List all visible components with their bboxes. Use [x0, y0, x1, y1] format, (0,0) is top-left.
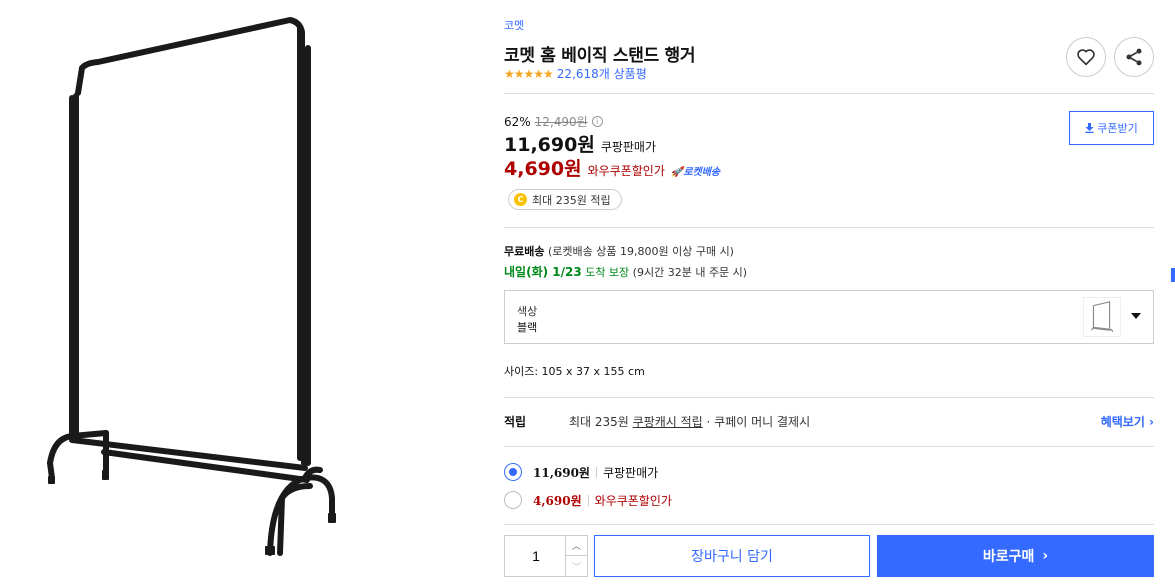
chevron-down-icon	[1131, 313, 1141, 319]
discount-rate: 62%	[504, 114, 531, 129]
discount-row: 62% 12,490원 i	[504, 113, 603, 130]
option-name: 색상	[517, 305, 538, 318]
heart-icon	[1077, 49, 1095, 66]
product-title: 코멧 홈 베이직 스탠드 행거	[504, 46, 696, 66]
shipping-condition: (로켓배송 상품 19,800원 이상 구매 시)	[544, 245, 734, 258]
buy-now-label: 바로구매	[982, 549, 1035, 565]
download-icon	[1085, 123, 1094, 133]
wow-price-label: 와우쿠폰할인가	[587, 164, 665, 178]
share-icon	[1126, 48, 1142, 66]
shipping-info: 무료배송 (로켓배송 상품 19,800원 이상 구매 시)	[504, 243, 734, 259]
quantity-input[interactable]	[505, 536, 567, 576]
coin-icon: C	[514, 193, 527, 206]
option-price: 4,690원	[533, 493, 582, 508]
coupang-cash-link[interactable]: 쿠팡캐시 적립	[633, 415, 703, 429]
price-option-wow[interactable]: 4,690원 와우쿠폰할인가	[504, 491, 672, 509]
info-icon[interactable]: i	[591, 116, 603, 127]
cashback-badge: C 최대 235원 적립	[508, 189, 622, 210]
add-to-cart-button[interactable]: 장바구니 담기	[594, 535, 870, 577]
cashback-text: 최대 235원 적립	[532, 193, 611, 207]
quantity-increase-button[interactable]: ︿	[565, 536, 587, 556]
size-info: 사이즈: 105 x 37 x 155 cm	[504, 365, 645, 378]
wow-price: 4,690원	[504, 158, 582, 180]
arrival-note: (9시간 32분 내 주문 시)	[629, 266, 748, 279]
scroll-indicator	[1171, 268, 1175, 282]
arrival-guarantee: 도착 보장	[581, 266, 630, 279]
product-info-panel: 코멧 코멧 홈 베이직 스탠드 행거 ★★★★★ 22,618개 상품평 62%…	[504, 0, 1154, 586]
brand-link[interactable]: 코멧	[504, 17, 524, 33]
sale-price: 11,690원	[504, 134, 595, 156]
rating-row: ★★★★★ 22,618개 상품평	[504, 65, 647, 82]
quantity-stepper: ︿ ﹀	[504, 535, 588, 577]
separator	[595, 466, 597, 478]
chevron-right-icon: ›	[1042, 548, 1049, 564]
divider	[504, 524, 1154, 525]
color-option-select[interactable]: 색상 블랙	[504, 290, 1154, 344]
price-option-sale[interactable]: 11,690원 쿠팡판매가	[504, 463, 658, 481]
option-thumbnail	[1083, 297, 1121, 337]
rocket-delivery-badge: 🚀로켓배송	[670, 167, 721, 178]
earn-label: 적립	[504, 415, 527, 429]
earn-prefix: 최대 235원	[569, 415, 633, 429]
arrival-date: 내일(화) 1/23	[504, 265, 582, 279]
divider	[504, 227, 1154, 228]
original-price: 12,490원	[534, 115, 588, 129]
wishlist-button[interactable]	[1066, 37, 1106, 77]
product-image	[47, 17, 336, 556]
star-rating-icon: ★★★★★	[504, 66, 554, 81]
arrival-info: 내일(화) 1/23 도착 보장 (9시간 32분 내 주문 시)	[504, 263, 747, 280]
quantity-decrease-button[interactable]: ﹀	[565, 556, 587, 576]
divider	[504, 397, 1154, 398]
option-value: 블랙	[517, 321, 538, 334]
divider	[504, 93, 1154, 94]
earn-text: 최대 235원 쿠팡캐시 적립 · 쿠페이 머니 결제시	[569, 413, 810, 430]
share-button[interactable]	[1114, 37, 1154, 77]
option-price: 11,690원	[533, 465, 590, 480]
wow-price-row: 4,690원 와우쿠폰할인가 🚀로켓배송	[504, 154, 720, 181]
radio-button-checked[interactable]	[504, 463, 522, 481]
option-price-label: 와우쿠폰할인가	[594, 493, 672, 508]
review-count-link[interactable]: 22,618개 상품평	[557, 65, 647, 82]
coupon-download-button[interactable]: 쿠폰받기	[1069, 111, 1154, 145]
sale-price-label: 쿠팡판매가	[600, 140, 657, 154]
sale-price-row: 11,690원 쿠팡판매가	[504, 130, 656, 157]
divider	[504, 446, 1154, 447]
view-benefits-link[interactable]: 혜택보기 ›	[1101, 413, 1154, 430]
earn-suffix: · 쿠페이 머니 결제시	[702, 415, 811, 429]
buy-now-button[interactable]: 바로구매 ›	[877, 535, 1154, 577]
free-shipping-label: 무료배송	[504, 245, 545, 258]
radio-button[interactable]	[504, 491, 522, 509]
option-price-label: 쿠팡판매가	[602, 465, 659, 480]
coupon-button-label: 쿠폰받기	[1097, 122, 1138, 135]
separator	[587, 494, 589, 506]
